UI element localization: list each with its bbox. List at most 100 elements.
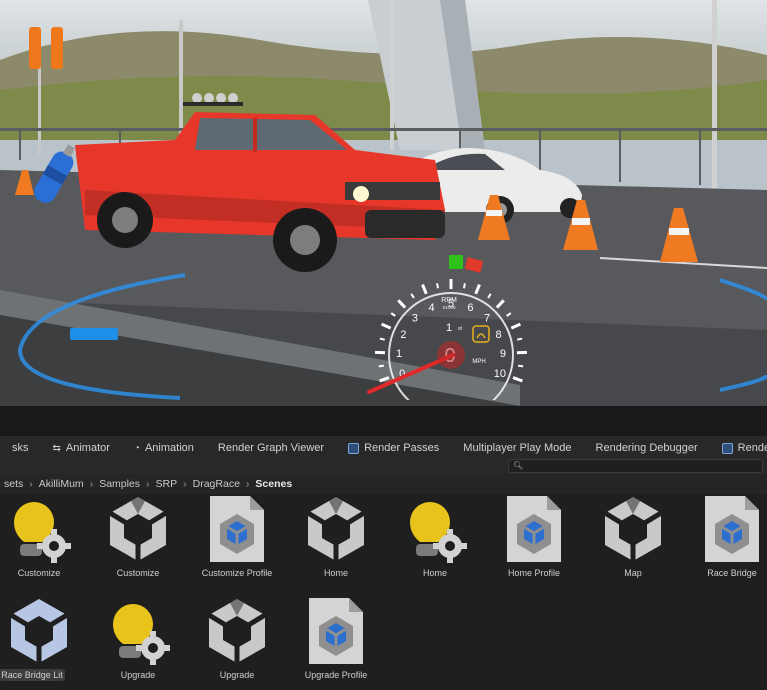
breadcrumb-separator: › bbox=[245, 478, 250, 490]
breadcrumb-current[interactable]: Scenes bbox=[251, 478, 296, 490]
asset-label: Upgrade Profile bbox=[304, 670, 368, 680]
speedometer-tick bbox=[380, 322, 392, 330]
search-input[interactable] bbox=[508, 459, 763, 473]
tab-render-passes[interactable]: Render Passes bbox=[336, 436, 451, 460]
rpm-label: RPM bbox=[441, 297, 457, 304]
unity-scene-icon bbox=[103, 494, 173, 564]
gear-value: 1 bbox=[446, 322, 452, 334]
speedometer-minor-tick bbox=[518, 364, 524, 368]
asset-item[interactable]: Customize bbox=[0, 494, 87, 586]
speedometer-minor-tick bbox=[487, 293, 492, 299]
tab-label: sks bbox=[12, 442, 29, 454]
tab-multiplayer-play-mode[interactable]: Multiplayer Play Mode bbox=[451, 436, 583, 460]
pause-button[interactable] bbox=[29, 27, 63, 69]
asset-item[interactable]: Home Profile bbox=[486, 494, 582, 586]
tab-renderer[interactable]: Rendere bbox=[710, 436, 767, 460]
tab-label: Multiplayer Play Mode bbox=[463, 442, 572, 454]
speedometer-tick-label: 8 bbox=[495, 329, 501, 341]
asset-item[interactable]: Race Bridge bbox=[684, 494, 767, 586]
tab-animation[interactable]: ◔ Animation bbox=[122, 436, 206, 460]
speedometer-tick bbox=[512, 376, 523, 383]
speedometer-minor-tick bbox=[378, 364, 384, 368]
tab-tasks[interactable]: sks bbox=[0, 436, 41, 460]
tab-label: Animator bbox=[65, 442, 110, 454]
traction-control-icon bbox=[472, 325, 490, 343]
asset-label: Race Bridge bbox=[707, 568, 757, 578]
asset-label: Upgrade bbox=[219, 670, 255, 680]
tab-label: Rendering Debugger bbox=[595, 442, 698, 454]
nitro-canister-icon bbox=[34, 144, 75, 203]
window-icon bbox=[721, 442, 733, 454]
breadcrumb-item[interactable]: SRP bbox=[152, 478, 182, 490]
asset-item[interactable]: Home bbox=[288, 494, 384, 586]
speedometer-minor-tick bbox=[390, 312, 396, 317]
asset-item[interactable]: Home bbox=[387, 494, 483, 586]
asset-label: Customize bbox=[116, 568, 160, 578]
rpm-scale: X1000 bbox=[442, 305, 456, 310]
speedometer-tick-label: 2 bbox=[400, 329, 406, 341]
asset-item[interactable]: Customize bbox=[90, 494, 186, 586]
speedometer-tick-label: 9 bbox=[500, 348, 506, 360]
volume-profile-icon bbox=[499, 494, 569, 564]
speedometer-minor-tick bbox=[379, 337, 385, 341]
breadcrumb-separator: › bbox=[89, 478, 94, 490]
breadcrumb-item[interactable]: DragRace bbox=[189, 478, 244, 490]
tab-rendering-debugger[interactable]: Rendering Debugger bbox=[584, 436, 710, 460]
unity-scene-icon bbox=[4, 596, 74, 666]
speedometer-minor-tick bbox=[410, 293, 415, 299]
search-icon: 🔍︎ bbox=[513, 461, 524, 470]
asset-label: Customize Profile bbox=[201, 568, 273, 578]
speedometer-tick bbox=[379, 376, 390, 383]
shift-indicator-green bbox=[449, 255, 463, 269]
volume-profile-icon bbox=[301, 596, 371, 666]
speedometer-minor-tick bbox=[462, 283, 466, 289]
asset-label: Race Bridge Lit bbox=[0, 669, 65, 681]
breadcrumb-item[interactable]: AkilliMum bbox=[35, 478, 88, 490]
speedometer-minor-tick bbox=[436, 283, 440, 289]
speedometer-tick bbox=[510, 322, 522, 330]
speedometer: 012345678910 RPM X1000 1 st 0 MPH bbox=[367, 255, 528, 400]
tab-label: Render Graph Viewer bbox=[217, 442, 325, 454]
asset-item[interactable]: Upgrade bbox=[189, 596, 285, 688]
speedometer-minor-tick bbox=[506, 312, 512, 317]
window-icon bbox=[348, 442, 360, 454]
asset-item[interactable]: Race Bridge Lit bbox=[0, 596, 87, 688]
speedometer-tick-label: 4 bbox=[428, 302, 434, 314]
tab-render-graph-viewer[interactable]: Render Graph Viewer bbox=[206, 436, 336, 460]
tab-animator[interactable]: ⇆ Animator bbox=[41, 436, 122, 460]
speedometer-tick-label: 1 bbox=[396, 348, 402, 360]
animation-icon: ◔ bbox=[133, 442, 140, 454]
asset-item[interactable]: Upgrade Profile bbox=[288, 596, 384, 688]
asset-item[interactable]: Map bbox=[585, 494, 681, 586]
panel-divider bbox=[0, 406, 767, 436]
breadcrumb-item[interactable]: Samples bbox=[95, 478, 144, 490]
breadcrumb: sets › AkilliMum › Samples › SRP › DragRace ›… bbox=[0, 474, 767, 494]
speedometer-tick bbox=[421, 283, 428, 295]
boost-bar bbox=[70, 328, 118, 340]
animator-icon: ⇆ bbox=[52, 442, 61, 454]
speedometer-minor-tick bbox=[517, 337, 523, 341]
asset-label: Home bbox=[323, 568, 348, 578]
breadcrumb-item[interactable]: sets bbox=[0, 478, 27, 490]
editor-tab-bar: sks ⇆ Animator ◔ Animation Render Graph Vi… bbox=[0, 436, 767, 460]
gear-suffix: st bbox=[458, 326, 463, 332]
asset-label: Customize bbox=[17, 568, 61, 578]
tab-label: Animation bbox=[144, 442, 194, 454]
breadcrumb-separator: › bbox=[29, 478, 33, 490]
speedometer-tick-label: 6 bbox=[467, 302, 473, 314]
unity-scene-icon bbox=[301, 494, 371, 564]
asset-item[interactable]: Upgrade bbox=[90, 596, 186, 688]
unity-scene-icon bbox=[202, 596, 272, 666]
unity-scene-icon bbox=[598, 494, 668, 564]
speedometer-tick bbox=[495, 299, 505, 309]
asset-grid: Customize Customize Customize Profile Ho… bbox=[0, 494, 767, 690]
scene-template-icon bbox=[400, 494, 470, 564]
speedometer-tick bbox=[474, 283, 481, 295]
asset-item[interactable]: Customize Profile bbox=[189, 494, 285, 586]
scene-template-icon bbox=[103, 596, 173, 666]
speed-unit: MPH bbox=[472, 359, 485, 365]
speedometer-tick-label: 7 bbox=[484, 313, 490, 325]
speedometer-tick bbox=[397, 299, 407, 309]
breadcrumb-separator: › bbox=[183, 478, 187, 490]
game-viewport[interactable]: 012345678910 RPM X1000 1 st 0 MPH bbox=[0, 0, 767, 406]
